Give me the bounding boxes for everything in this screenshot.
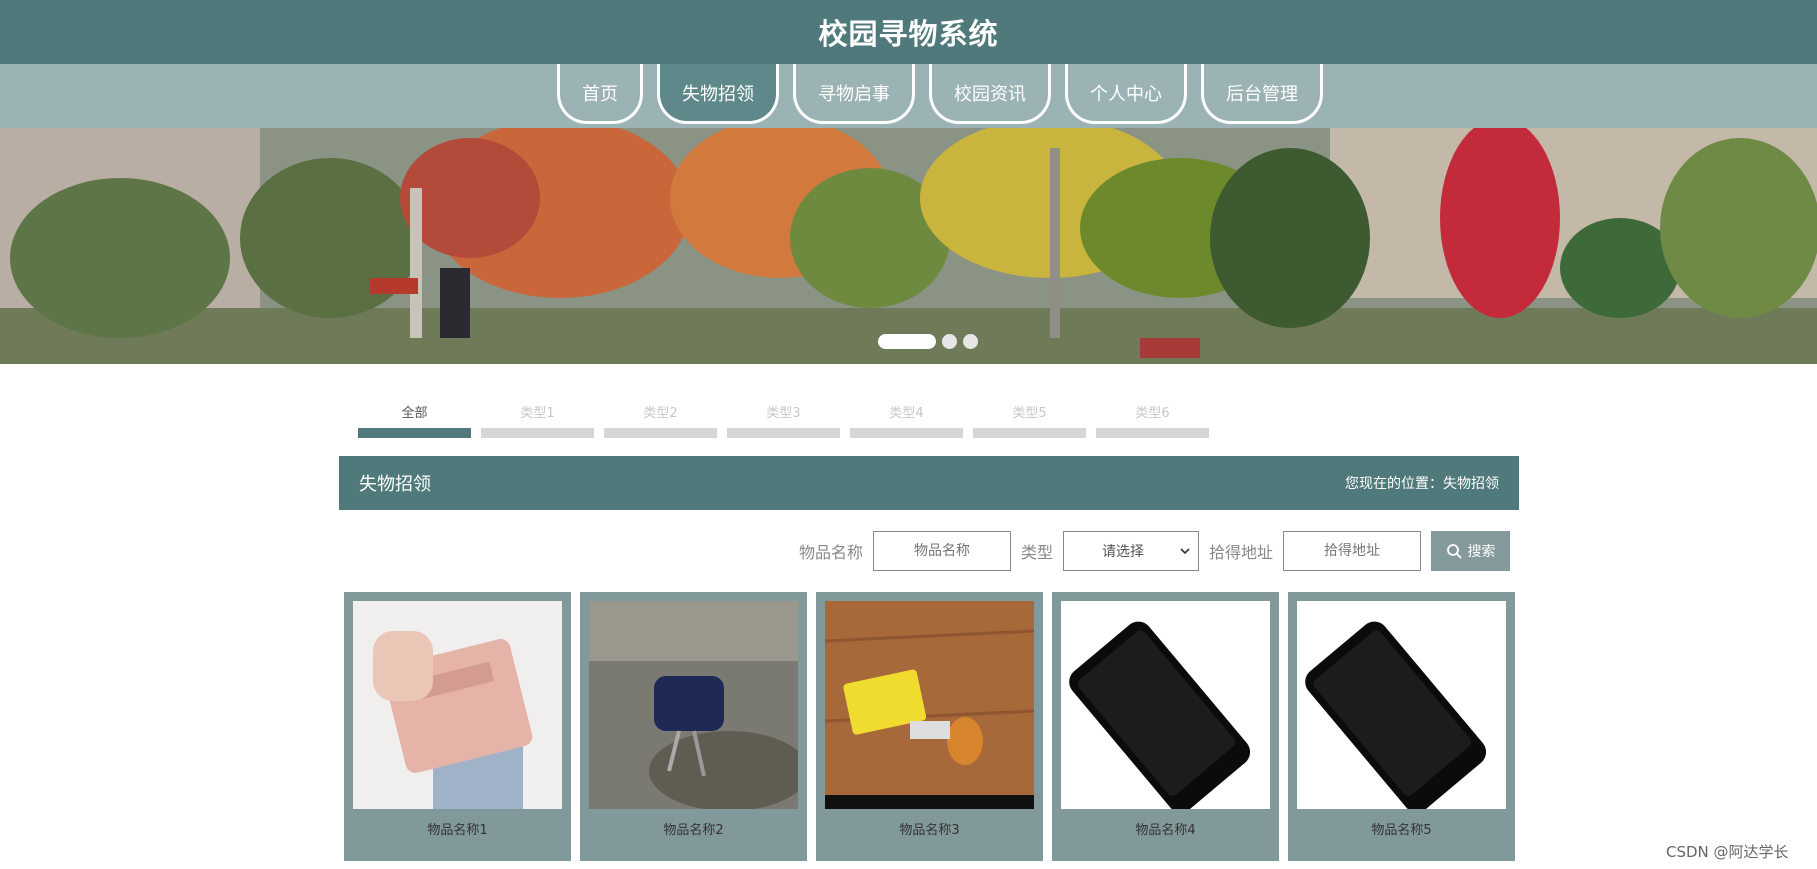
item-image-phone <box>1061 601 1270 809</box>
nav-item-label: 寻物启事 <box>818 83 890 105</box>
carousel-dot-1[interactable] <box>878 334 936 349</box>
address-input[interactable] <box>1283 531 1421 571</box>
nav-item-personal-center[interactable]: 个人中心 <box>1065 64 1187 124</box>
item-name-input[interactable] <box>872 531 1011 571</box>
nav-item-label: 校园资讯 <box>954 83 1026 105</box>
site-title: 校园寻物系统 <box>818 17 999 51</box>
item-image-keys-pouch <box>589 601 798 809</box>
item-name: 物品名称3 <box>899 823 960 838</box>
type-label: 类型 <box>1020 543 1053 562</box>
carousel-dot-2[interactable] <box>942 334 957 349</box>
address-label: 拾得地址 <box>1208 543 1273 562</box>
watermark: CSDN @阿达学长 <box>1666 843 1789 861</box>
category-tab-4[interactable]: 类型4 <box>850 398 963 438</box>
item-card-list: 物品名称1 物品名称2 物品名称3 物品名称4 物品名称5 <box>344 592 1515 861</box>
category-tab-indicator <box>1096 428 1209 438</box>
item-image-wallet <box>353 601 562 809</box>
category-tabs: 全部 类型1 类型2 类型3 类型4 类型5 类型6 <box>358 398 1209 438</box>
category-tab-3[interactable]: 类型3 <box>727 398 840 438</box>
banner-image <box>0 128 1817 364</box>
item-card[interactable]: 物品名称1 <box>344 592 571 861</box>
search-button-label: 搜索 <box>1467 543 1496 559</box>
main-nav: 首页 失物招领 寻物启事 校园资讯 个人中心 后台管理 <box>0 64 1817 128</box>
nav-item-campus-news[interactable]: 校园资讯 <box>929 64 1051 124</box>
search-button[interactable]: 搜索 <box>1431 531 1510 571</box>
search-form: 物品名称 类型 请选择 拾得地址 搜索 <box>799 531 1510 571</box>
top-header: 校园寻物系统 <box>0 0 1817 64</box>
item-image-phone <box>1297 601 1506 809</box>
item-name: 物品名称4 <box>1135 823 1196 838</box>
type-select[interactable]: 请选择 <box>1062 531 1199 571</box>
carousel-dot-3[interactable] <box>963 334 978 349</box>
carousel-dots <box>878 334 978 349</box>
banner-carousel[interactable] <box>0 128 1817 364</box>
category-tab-indicator <box>850 428 963 438</box>
section-title: 失物招领 <box>359 474 431 495</box>
category-tab-5[interactable]: 类型5 <box>973 398 1086 438</box>
category-tab-indicator <box>481 428 594 438</box>
item-image-keys-card <box>825 601 1034 809</box>
nav-item-home[interactable]: 首页 <box>557 64 643 124</box>
item-card[interactable]: 物品名称2 <box>580 592 807 861</box>
breadcrumb: 您现在的位置：失物招领 <box>1345 476 1499 492</box>
nav-item-label: 后台管理 <box>1226 83 1298 105</box>
category-tab-1[interactable]: 类型1 <box>481 398 594 438</box>
chevron-down-icon <box>1180 547 1190 554</box>
category-tab-all[interactable]: 全部 <box>358 398 471 438</box>
section-header: 失物招领 您现在的位置：失物招领 <box>339 456 1519 510</box>
category-tab-6[interactable]: 类型6 <box>1096 398 1209 438</box>
item-name-label: 物品名称 <box>798 543 863 562</box>
nav-item-label: 个人中心 <box>1090 83 1162 105</box>
nav-item-search-notice[interactable]: 寻物启事 <box>793 64 915 124</box>
category-tab-2[interactable]: 类型2 <box>604 398 717 438</box>
category-tab-indicator <box>973 428 1086 438</box>
search-icon <box>1446 544 1462 559</box>
category-tab-indicator <box>604 428 717 438</box>
nav-item-lost-found[interactable]: 失物招领 <box>657 64 779 124</box>
item-card[interactable]: 物品名称3 <box>816 592 1043 861</box>
category-tab-indicator <box>727 428 840 438</box>
item-card[interactable]: 物品名称4 <box>1052 592 1279 861</box>
nav-item-admin[interactable]: 后台管理 <box>1201 64 1323 124</box>
nav-item-label: 首页 <box>582 83 618 105</box>
item-name: 物品名称1 <box>427 823 488 838</box>
item-name: 物品名称5 <box>1371 823 1432 838</box>
nav-item-label: 失物招领 <box>682 83 754 105</box>
category-tab-indicator <box>358 428 471 438</box>
item-name: 物品名称2 <box>663 823 724 838</box>
type-select-value: 请选择 <box>1101 544 1144 560</box>
item-card[interactable]: 物品名称5 <box>1288 592 1515 861</box>
